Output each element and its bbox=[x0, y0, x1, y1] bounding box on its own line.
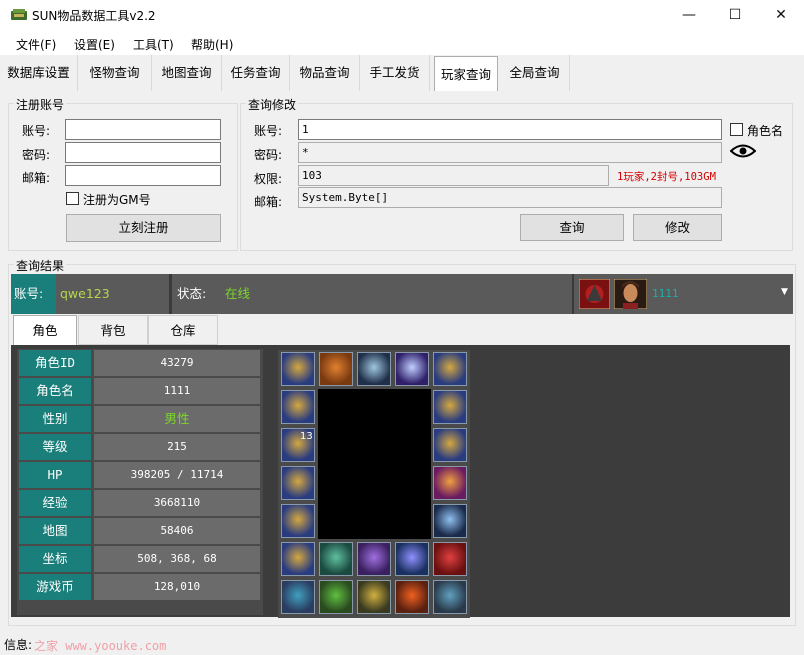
result-account-label: 账号: bbox=[11, 274, 56, 314]
equipment-slot-icon[interactable] bbox=[433, 352, 467, 386]
inner-tab-bag[interactable]: 背包 bbox=[78, 315, 148, 345]
query-account-label: 账号: bbox=[254, 124, 283, 138]
equipment-slot-icon[interactable] bbox=[281, 352, 315, 386]
register-account-input[interactable] bbox=[65, 119, 221, 140]
query-email-input[interactable] bbox=[298, 187, 722, 208]
query-button[interactable]: 查询 bbox=[520, 214, 624, 241]
class-emblem-icon bbox=[579, 279, 610, 309]
tab-global[interactable]: 全局查询 bbox=[500, 55, 570, 91]
char-field-label: 角色名 bbox=[19, 378, 91, 404]
tab-database[interactable]: 数据库设置 bbox=[0, 55, 78, 91]
char-field-label: 地图 bbox=[19, 518, 91, 544]
char-field-value: 128,010 bbox=[94, 574, 260, 600]
character-select-value: 1111 bbox=[652, 287, 679, 300]
char-field-label: 性别 bbox=[19, 406, 91, 432]
char-field-value: 43279 bbox=[94, 350, 260, 376]
equipment-slot-icon[interactable] bbox=[395, 580, 429, 614]
char-field-label: 坐标 bbox=[19, 546, 91, 572]
char-field-label: 游戏币 bbox=[19, 574, 91, 600]
register-password-label: 密码: bbox=[22, 148, 51, 162]
register-password-input[interactable] bbox=[65, 142, 221, 163]
tab-player[interactable]: 玩家查询 bbox=[434, 56, 498, 91]
equipment-slot-icon[interactable] bbox=[433, 428, 467, 462]
tab-quest[interactable]: 任务查询 bbox=[222, 55, 290, 91]
char-field-value: 398205 / 11714 bbox=[94, 462, 260, 488]
register-submit-button[interactable]: 立刻注册 bbox=[66, 214, 221, 242]
result-status-label: 状态: bbox=[172, 274, 218, 314]
query-password-label: 密码: bbox=[254, 148, 283, 162]
perm-hint: 1玩家,2封号,103GM bbox=[617, 171, 716, 183]
equipment-slot-icon[interactable] bbox=[433, 466, 467, 500]
equipment-slot-icon[interactable] bbox=[319, 580, 353, 614]
query-password-input[interactable] bbox=[298, 142, 722, 163]
watermark: 之家 www.yoouke.com bbox=[34, 639, 167, 653]
tab-item[interactable]: 物品查询 bbox=[290, 55, 360, 91]
register-account-label: 账号: bbox=[22, 124, 51, 138]
inner-tab-warehouse[interactable]: 仓库 bbox=[148, 315, 218, 345]
status-label: 信息: bbox=[4, 638, 33, 652]
minimize-button[interactable]: — bbox=[666, 0, 712, 31]
equipment-slot-icon[interactable] bbox=[281, 466, 315, 500]
role-name-checkbox[interactable] bbox=[730, 123, 743, 136]
equipment-slot-icon[interactable] bbox=[281, 390, 315, 424]
character-portrait-icon bbox=[614, 279, 647, 309]
inner-tab-character[interactable]: 角色 bbox=[13, 315, 77, 345]
menu-settings[interactable]: 设置(E) bbox=[74, 36, 115, 53]
tab-manual-ship[interactable]: 手工发货 bbox=[360, 55, 430, 91]
result-account-value: qwe123 bbox=[56, 274, 169, 314]
menu-help[interactable]: 帮助(H) bbox=[191, 36, 233, 53]
equipment-slot-icon[interactable] bbox=[357, 352, 391, 386]
register-email-input[interactable] bbox=[65, 165, 221, 186]
char-field-label: 角色ID bbox=[19, 350, 91, 376]
equipment-slot-icon[interactable] bbox=[395, 352, 429, 386]
app-icon bbox=[11, 9, 27, 20]
equipment-slot-icon[interactable] bbox=[395, 542, 429, 576]
char-field-label: 等级 bbox=[19, 434, 91, 460]
query-title: 查询修改 bbox=[246, 96, 299, 113]
equipment-slot-icon[interactable] bbox=[433, 542, 467, 576]
equipment-slot-icon[interactable] bbox=[281, 542, 315, 576]
char-field-value: 1111 bbox=[94, 378, 260, 404]
char-field-value: 508, 368, 68 bbox=[94, 546, 260, 572]
equipment-slot-icon[interactable] bbox=[281, 580, 315, 614]
result-status-value: 在线 bbox=[218, 274, 572, 314]
query-email-label: 邮箱: bbox=[254, 195, 283, 209]
result-title: 查询结果 bbox=[14, 257, 67, 274]
eye-icon[interactable] bbox=[730, 143, 756, 159]
tab-monster[interactable]: 怪物查询 bbox=[78, 55, 152, 91]
register-gm-label: 注册为GM号 bbox=[83, 193, 151, 207]
modify-button[interactable]: 修改 bbox=[633, 214, 722, 241]
char-field-value: 58406 bbox=[94, 518, 260, 544]
window-title: SUN物品数据工具v2.2 bbox=[32, 9, 156, 23]
equipment-slot-icon[interactable] bbox=[433, 390, 467, 424]
stack-count: 13 bbox=[300, 431, 313, 442]
char-field-value: 3668110 bbox=[94, 490, 260, 516]
equipment-slot-icon[interactable] bbox=[357, 580, 391, 614]
register-email-label: 邮箱: bbox=[22, 171, 51, 185]
chevron-down-icon[interactable]: ▼ bbox=[781, 287, 788, 297]
equipment-slot-icon[interactable] bbox=[357, 542, 391, 576]
role-name-label: 角色名 bbox=[747, 124, 784, 138]
query-perm-label: 权限: bbox=[254, 172, 283, 186]
char-field-label: HP bbox=[19, 462, 91, 488]
char-field-value: 215 bbox=[94, 434, 260, 460]
equipment-slot-icon[interactable] bbox=[319, 352, 353, 386]
character-preview bbox=[318, 389, 431, 539]
close-button[interactable]: ✕ bbox=[758, 0, 804, 31]
register-gm-checkbox[interactable] bbox=[66, 192, 79, 205]
query-perm-input[interactable] bbox=[298, 165, 609, 186]
maximize-button[interactable]: ☐ bbox=[712, 0, 758, 31]
char-field-value: 男性 bbox=[94, 406, 260, 432]
equipment-slot-icon[interactable] bbox=[319, 542, 353, 576]
menu-bar bbox=[0, 31, 804, 55]
query-account-input[interactable] bbox=[298, 119, 722, 140]
tab-map[interactable]: 地图查询 bbox=[152, 55, 222, 91]
equipment-slot-icon[interactable] bbox=[433, 580, 467, 614]
register-title: 注册账号 bbox=[14, 96, 67, 113]
equipment-slot-icon[interactable] bbox=[281, 504, 315, 538]
menu-tools[interactable]: 工具(T) bbox=[133, 36, 174, 53]
char-field-label: 经验 bbox=[19, 490, 91, 516]
equipment-slot-icon[interactable] bbox=[433, 504, 467, 538]
menu-file[interactable]: 文件(F) bbox=[16, 36, 56, 53]
